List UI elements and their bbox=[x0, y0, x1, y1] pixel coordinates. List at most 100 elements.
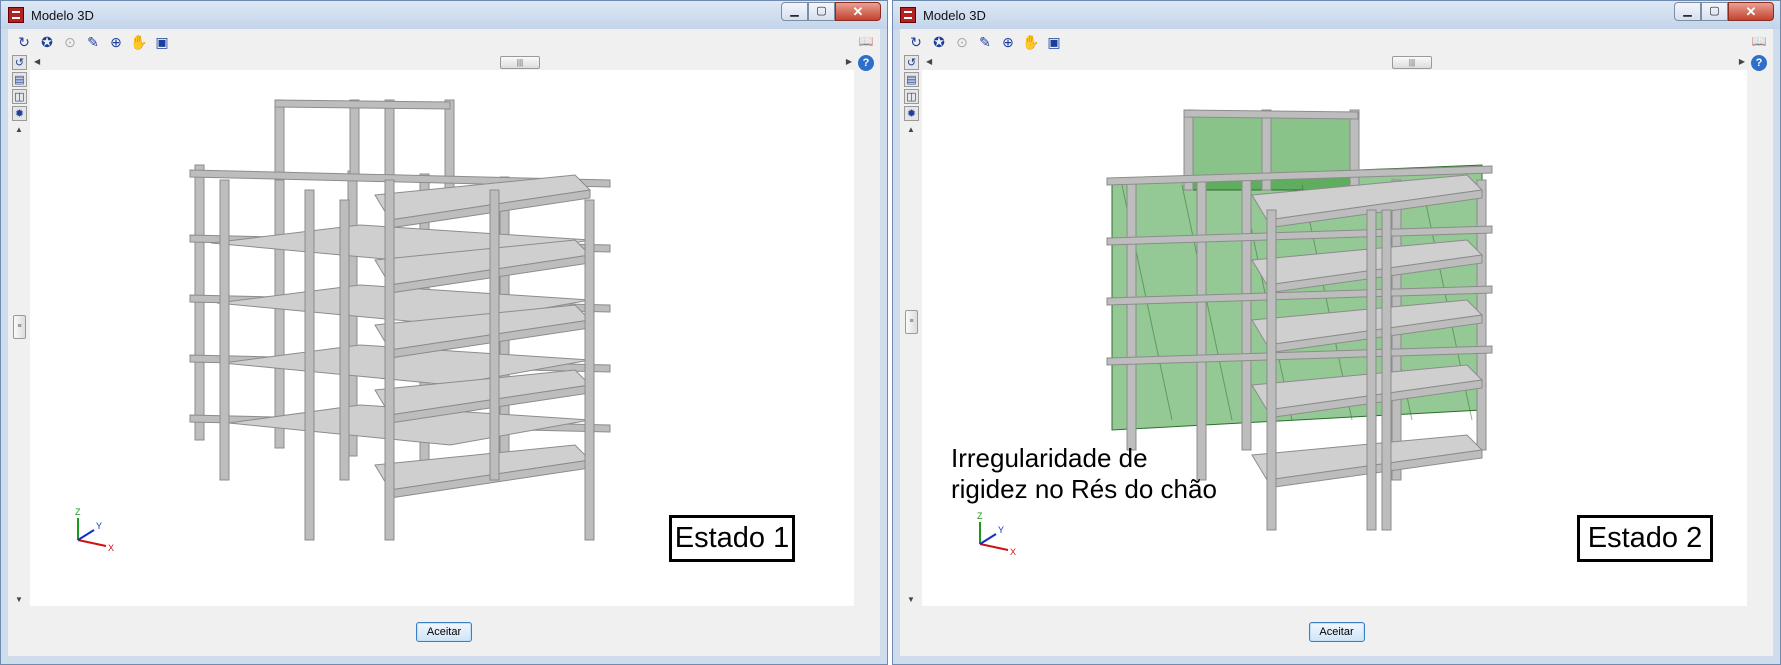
right-toolbar: 📖 ? bbox=[1751, 33, 1769, 77]
column bbox=[1381, 209, 1392, 531]
close-button[interactable]: ✕ bbox=[1728, 2, 1774, 21]
undo-view-icon[interactable]: ↺ bbox=[904, 55, 919, 70]
axis-x-label: X bbox=[1010, 547, 1016, 557]
accept-button[interactable]: Aceitar bbox=[1308, 622, 1365, 642]
view-layers-icon[interactable]: ▣ bbox=[1044, 32, 1064, 52]
state-label-box: Estado 2 bbox=[1577, 515, 1713, 562]
right-toolbar: 📖 ? bbox=[858, 33, 876, 77]
title-bar[interactable]: Modelo 3D ▁ ▢ ✕ bbox=[1, 1, 887, 29]
state-label-box: Estado 1 bbox=[669, 515, 795, 562]
book-icon[interactable]: 📖 bbox=[858, 33, 874, 49]
scroll-left-arrow-icon[interactable]: ◀ bbox=[34, 55, 40, 69]
button-bar: Aceitar bbox=[900, 608, 1773, 656]
undo-view-icon[interactable]: ↺ bbox=[12, 55, 27, 70]
column bbox=[384, 99, 395, 181]
column bbox=[584, 199, 595, 541]
pencil-icon[interactable]: ✎ bbox=[83, 32, 103, 52]
axis-z-label: Z bbox=[75, 507, 81, 517]
vertical-scrollbar[interactable]: ▲ ≡ ▼ bbox=[904, 125, 918, 604]
scroll-down-arrow-icon[interactable]: ▼ bbox=[907, 595, 915, 604]
settings-view-icon[interactable]: ✹ bbox=[12, 106, 27, 121]
cube-view-icon[interactable]: ▤ bbox=[12, 72, 27, 87]
minimize-button[interactable]: ▁ bbox=[781, 2, 808, 21]
3d-viewport[interactable]: Z X Y Estado 1 bbox=[30, 70, 854, 606]
button-bar: Aceitar bbox=[8, 608, 880, 656]
scroll-right-arrow-icon[interactable]: ▶ bbox=[846, 55, 852, 69]
axis-y-label: Y bbox=[96, 521, 102, 531]
layers-view-icon[interactable]: ◫ bbox=[904, 89, 919, 104]
horizontal-scrollbar[interactable]: ◀ ||| ▶ bbox=[924, 55, 1747, 69]
beam bbox=[1183, 109, 1359, 120]
pan-hand-icon[interactable]: ✋ bbox=[1021, 32, 1041, 52]
orbit-icon[interactable]: ✪ bbox=[929, 32, 949, 52]
view-toolbar: ↻ ✪ ⊙ ✎ ⊕ ✋ ▣ bbox=[900, 29, 1773, 55]
caption-buttons: ▁ ▢ ✕ bbox=[1674, 2, 1774, 21]
column bbox=[1126, 179, 1137, 451]
column bbox=[1196, 179, 1207, 481]
zoom-disabled-icon: ⊙ bbox=[64, 34, 76, 50]
axis-triad: Z X Y bbox=[977, 511, 1016, 557]
view-toolbar: ↻ ✪ ⊙ ✎ ⊕ ✋ ▣ bbox=[8, 29, 880, 55]
rotate-icon[interactable]: ↻ bbox=[906, 32, 926, 52]
column bbox=[489, 189, 500, 481]
scroll-right-arrow-icon[interactable]: ▶ bbox=[1739, 55, 1745, 69]
scroll-up-arrow-icon[interactable]: ▲ bbox=[15, 125, 23, 134]
left-toolbar: ↺ ▤ ◫ ✹ bbox=[904, 55, 920, 123]
rotate-icon[interactable]: ↻ bbox=[14, 32, 34, 52]
pan-hand-icon[interactable]: ✋ bbox=[129, 32, 149, 52]
zoom-window-icon[interactable]: ⊕ bbox=[998, 32, 1018, 52]
scroll-up-arrow-icon[interactable]: ▲ bbox=[907, 125, 915, 134]
zoom-window-icon[interactable]: ⊕ bbox=[106, 32, 126, 52]
scroll-thumb[interactable]: ≡ bbox=[13, 315, 26, 339]
scroll-left-arrow-icon[interactable]: ◀ bbox=[926, 55, 932, 69]
help-icon[interactable]: ? bbox=[858, 55, 874, 71]
view-layers-icon[interactable]: ▣ bbox=[152, 32, 172, 52]
cube-view-icon[interactable]: ▤ bbox=[904, 72, 919, 87]
minimize-button[interactable]: ▁ bbox=[1674, 2, 1701, 21]
column bbox=[1266, 209, 1277, 531]
axis-z-label: Z bbox=[977, 511, 983, 521]
app-logo-icon bbox=[900, 7, 916, 23]
vertical-scrollbar[interactable]: ▲ ≡ ▼ bbox=[12, 125, 26, 604]
column bbox=[384, 179, 395, 541]
scroll-thumb[interactable]: ≡ bbox=[905, 310, 918, 334]
close-button[interactable]: ✕ bbox=[835, 2, 881, 21]
window-client: ↻ ✪ ⊙ ✎ ⊕ ✋ ▣ 📖 ? ↺ ▤ ◫ ✹ ◀ ||| ▶ ▲ ≡ ▼ bbox=[900, 29, 1773, 656]
column bbox=[1366, 209, 1377, 531]
accept-button[interactable]: Aceitar bbox=[416, 622, 472, 642]
column bbox=[274, 99, 285, 181]
window-client: ↻ ✪ ⊙ ✎ ⊕ ✋ ▣ 📖 ? ↺ ▤ ◫ ✹ ◀ ||| ▶ ▲ ≡ ▼ bbox=[8, 29, 880, 656]
scroll-thumb[interactable]: ||| bbox=[500, 56, 540, 69]
column bbox=[1241, 179, 1252, 451]
orbit-icon[interactable]: ✪ bbox=[37, 32, 57, 52]
model-3d-window-1: Modelo 3D ▁ ▢ ✕ ↻ ✪ ⊙ ✎ ⊕ ✋ ▣ 📖 ? ↺ ▤ ◫ … bbox=[0, 0, 888, 665]
structural-frame bbox=[189, 99, 611, 541]
column bbox=[339, 199, 350, 481]
column bbox=[304, 189, 315, 541]
stiffness-irregularity-annotation: Irregularidade de rigidez no Rés do chão bbox=[951, 443, 1217, 504]
axis-y-label: Y bbox=[998, 525, 1004, 535]
axis-triad: Z X Y bbox=[75, 507, 114, 553]
axis-x-label: X bbox=[108, 543, 114, 553]
column bbox=[1349, 109, 1360, 196]
help-icon[interactable]: ? bbox=[1751, 55, 1767, 71]
caption-buttons: ▁ ▢ ✕ bbox=[781, 2, 881, 21]
window-title: Modelo 3D bbox=[923, 8, 986, 23]
zoom-disabled-icon: ⊙ bbox=[956, 34, 968, 50]
book-icon[interactable]: 📖 bbox=[1751, 33, 1767, 49]
settings-view-icon[interactable]: ✹ bbox=[904, 106, 919, 121]
column bbox=[349, 99, 360, 181]
scroll-thumb[interactable]: ||| bbox=[1392, 56, 1432, 69]
model-3d-window-2: Modelo 3D ▁ ▢ ✕ ↻ ✪ ⊙ ✎ ⊕ ✋ ▣ 📖 ? ↺ ▤ ◫ … bbox=[892, 0, 1781, 665]
horizontal-scrollbar[interactable]: ◀ ||| ▶ bbox=[32, 55, 854, 69]
app-logo-icon bbox=[8, 7, 24, 23]
maximize-button[interactable]: ▢ bbox=[808, 2, 835, 21]
title-bar[interactable]: Modelo 3D ▁ ▢ ✕ bbox=[893, 1, 1780, 29]
pencil-icon[interactable]: ✎ bbox=[975, 32, 995, 52]
window-title: Modelo 3D bbox=[31, 8, 94, 23]
scroll-down-arrow-icon[interactable]: ▼ bbox=[15, 595, 23, 604]
maximize-button[interactable]: ▢ bbox=[1701, 2, 1728, 21]
column bbox=[219, 179, 230, 481]
layers-view-icon[interactable]: ◫ bbox=[12, 89, 27, 104]
3d-viewport[interactable]: Z X Y Irregularidade de rigidez no Rés d… bbox=[922, 70, 1747, 606]
